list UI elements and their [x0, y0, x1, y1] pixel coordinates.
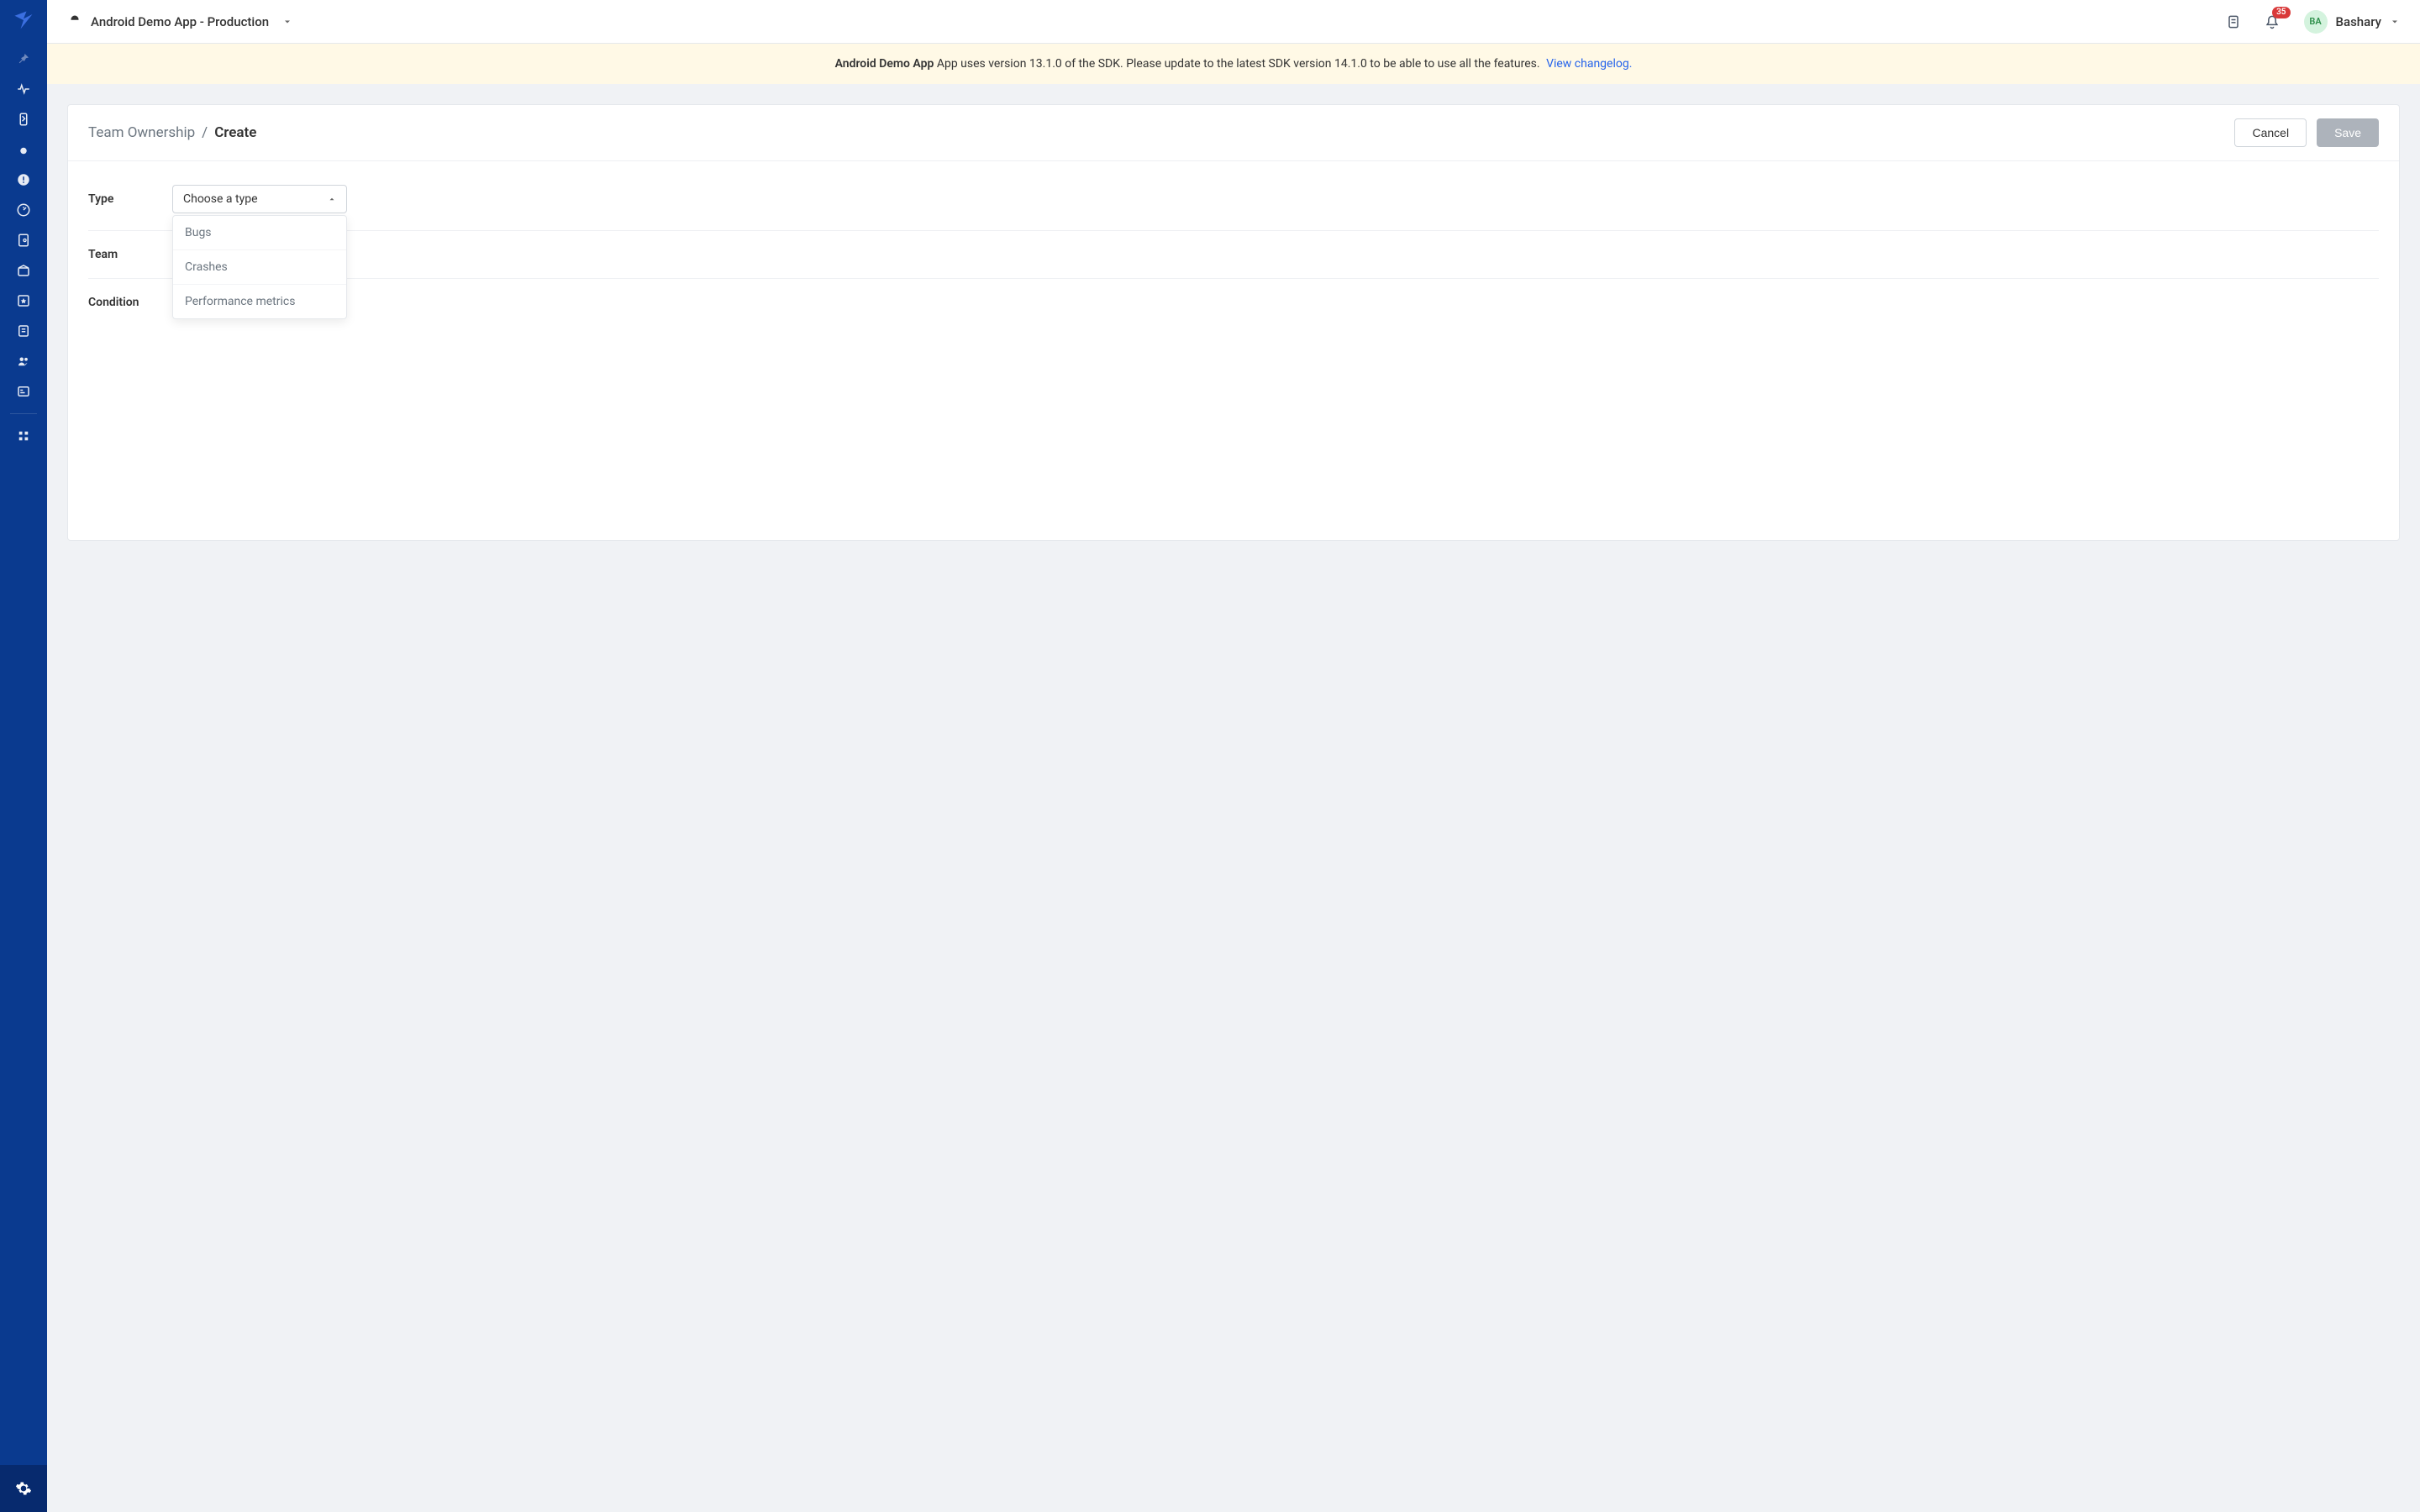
avatar: BA	[2304, 10, 2328, 34]
type-select[interactable]: Choose a type	[172, 185, 347, 213]
type-dropdown: Bugs Crashes Performance metrics	[172, 215, 347, 319]
type-placeholder: Choose a type	[183, 192, 258, 206]
type-label: Type	[88, 192, 172, 206]
app-selector[interactable]: Android Demo App - Production	[67, 14, 292, 29]
settings-icon[interactable]	[0, 1465, 47, 1512]
view-changelog-link[interactable]: View changelog.	[1546, 57, 1632, 71]
bug-icon[interactable]	[0, 134, 47, 165]
device-icon[interactable]	[0, 104, 47, 134]
type-option-crashes[interactable]: Crashes	[173, 250, 346, 285]
condition-label: Condition	[88, 296, 172, 309]
app-logo[interactable]	[10, 7, 37, 34]
docs-icon[interactable]	[2220, 8, 2247, 35]
breadcrumb-current: Create	[214, 124, 256, 141]
reports-icon[interactable]	[0, 376, 47, 407]
sidebar-divider	[10, 413, 37, 414]
users-icon[interactable]	[0, 346, 47, 376]
type-option-performance[interactable]: Performance metrics	[173, 285, 346, 318]
breadcrumb-root[interactable]: Team Ownership	[88, 124, 195, 141]
caret-down-icon	[2390, 17, 2400, 27]
team-label: Team	[88, 248, 172, 261]
performance-icon[interactable]	[0, 195, 47, 225]
banner-text: App uses version 13.1.0 of the SDK. Plea…	[934, 57, 1539, 71]
releases-icon[interactable]	[0, 255, 47, 286]
notifications-icon[interactable]: 35	[2259, 8, 2286, 35]
banner-app: Android Demo App	[835, 57, 934, 71]
save-button[interactable]: Save	[2317, 118, 2379, 147]
alert-icon[interactable]	[0, 165, 47, 195]
app-name: Android Demo App - Production	[91, 14, 269, 29]
crash-icon[interactable]	[0, 225, 47, 255]
caret-down-icon	[282, 17, 292, 27]
notification-badge: 35	[2272, 7, 2290, 18]
sdk-banner: Android Demo App App uses version 13.1.0…	[47, 44, 2420, 84]
survey-icon[interactable]	[0, 316, 47, 346]
breadcrumb-sep: /	[202, 124, 208, 141]
user-name: Bashary	[2336, 14, 2381, 29]
topbar: Android Demo App - Production 35 BA Bash…	[47, 0, 2420, 44]
caret-up-icon	[328, 195, 336, 203]
cancel-button[interactable]: Cancel	[2234, 118, 2307, 147]
type-option-bugs[interactable]: Bugs	[173, 216, 346, 250]
feedback-icon[interactable]	[0, 286, 47, 316]
user-menu[interactable]: BA Bashary	[2304, 10, 2400, 34]
sidebar	[0, 0, 47, 1512]
apps-grid-icon[interactable]	[0, 421, 47, 451]
breadcrumb: Team Ownership / Create	[88, 124, 256, 141]
health-icon[interactable]	[0, 74, 47, 104]
create-card: Team Ownership / Create Cancel Save Type	[67, 104, 2400, 541]
pin-icon[interactable]	[0, 44, 47, 74]
